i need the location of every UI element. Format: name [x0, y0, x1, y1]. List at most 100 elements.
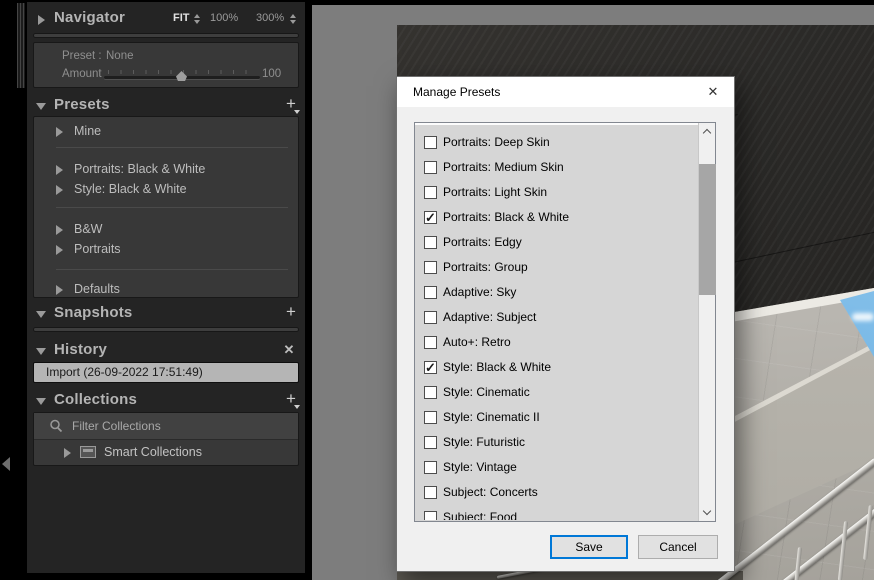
scrollbar-thumb[interactable]	[699, 164, 716, 295]
cancel-button[interactable]: Cancel	[638, 535, 718, 559]
collections-list: Filter Collections Smart Collections	[33, 412, 299, 466]
checklist-row[interactable]: Portraits: Deep Skin	[418, 131, 680, 156]
checkbox[interactable]	[424, 336, 437, 349]
checkbox[interactable]	[424, 161, 437, 174]
create-collection-button[interactable]: +	[281, 390, 301, 410]
save-button[interactable]: Save	[550, 535, 628, 559]
checkbox[interactable]	[424, 461, 437, 474]
presets-header[interactable]: Presets +	[27, 95, 305, 117]
triangle-right-icon[interactable]	[64, 448, 71, 458]
snapshots-header[interactable]: Snapshots +	[27, 303, 305, 325]
snapshots-title: Snapshots	[54, 304, 132, 321]
checklist-row[interactable]: Portraits: Black & White	[418, 206, 680, 231]
clear-history-icon[interactable]: ✕	[279, 340, 299, 360]
checklist-row[interactable]: Style: Black & White	[418, 356, 680, 381]
checkbox[interactable]	[424, 311, 437, 324]
preset-label: Preset :	[62, 50, 102, 62]
filter-collections-field[interactable]: Filter Collections	[34, 413, 298, 440]
checklist-row[interactable]: Adaptive: Sky	[418, 281, 680, 306]
collection-set-icon	[80, 446, 96, 458]
preset-amount-box: Preset : None Amount 100	[33, 42, 299, 88]
create-snapshot-button[interactable]: +	[281, 303, 301, 323]
preset-group-item[interactable]: Style: Black & White	[34, 181, 298, 199]
checkbox[interactable]	[424, 436, 437, 449]
presets-list: Mine Portraits: Black & White Style: Bla…	[33, 116, 299, 298]
triangle-right-icon	[56, 245, 63, 255]
dialog-title: Manage Presets	[413, 85, 500, 99]
list-scrollbar[interactable]	[698, 123, 715, 521]
triangle-right-icon	[56, 165, 63, 175]
checklist-row[interactable]: Style: Vintage	[418, 456, 680, 481]
lightroom-window: Navigator FIT 100% 300% Preset : None Am…	[0, 0, 874, 580]
collapse-panel-icon[interactable]	[2, 457, 10, 471]
checklist-rows: Portraits: Deep Skin Portraits: Medium S…	[418, 131, 680, 520]
navigator-header[interactable]: Navigator FIT 100% 300%	[27, 8, 305, 30]
checkbox[interactable]	[424, 236, 437, 249]
checkbox[interactable]	[424, 286, 437, 299]
triangle-down-icon	[36, 398, 46, 405]
checkbox[interactable]	[424, 211, 437, 224]
amount-label: Amount	[62, 68, 102, 80]
checkbox[interactable]	[424, 511, 437, 520]
filter-collections-placeholder: Filter Collections	[72, 419, 161, 433]
navigator-title: Navigator	[54, 9, 125, 26]
scroll-up-button[interactable]	[699, 123, 716, 140]
triangle-right-icon	[56, 225, 63, 235]
smart-collections-item[interactable]: Smart Collections	[34, 440, 298, 465]
preset-group-item[interactable]: B&W	[34, 221, 298, 239]
updown-arrows-icon[interactable]	[194, 14, 201, 24]
checkbox[interactable]	[424, 411, 437, 424]
photo-cloud	[852, 313, 874, 321]
search-icon	[48, 418, 64, 434]
create-preset-button[interactable]: +	[281, 95, 301, 115]
dropdown-arrow-icon	[294, 110, 300, 114]
history-item-selected[interactable]: Import (26-09-2022 17:51:49)	[34, 363, 298, 382]
presets-checklist: Portraits: Deep Skin Portraits: Medium S…	[414, 122, 716, 522]
triangle-down-icon	[36, 348, 46, 355]
checklist-row[interactable]: Portraits: Medium Skin	[418, 156, 680, 181]
divider	[56, 147, 288, 148]
panel-scrollbar-thumb[interactable]	[17, 3, 25, 88]
presets-title: Presets	[54, 96, 110, 113]
checkbox[interactable]	[424, 361, 437, 374]
preset-value: None	[106, 50, 134, 62]
amount-value: 100	[262, 68, 281, 80]
history-header[interactable]: History ✕	[27, 340, 305, 362]
zoom-fit-button[interactable]: FIT	[173, 12, 190, 24]
dialog-titlebar[interactable]: Manage Presets ✕	[397, 77, 734, 107]
chevron-down-icon	[703, 507, 711, 515]
checklist-row[interactable]: Adaptive: Subject	[418, 306, 680, 331]
zoom-100-button[interactable]: 100%	[210, 12, 238, 24]
checklist-row[interactable]: Style: Cinematic	[418, 381, 680, 406]
history-title: History	[54, 341, 107, 358]
checklist-row[interactable]: Style: Cinematic II	[418, 406, 680, 431]
checklist-row[interactable]: Subject: Food	[418, 506, 680, 520]
checklist-row[interactable]: Portraits: Edgy	[418, 231, 680, 256]
preset-group-item[interactable]: Portraits	[34, 241, 298, 259]
manage-presets-dialog: Manage Presets ✕ Portraits: Deep Skin Po…	[396, 76, 735, 572]
checklist-row[interactable]: Style: Futuristic	[418, 431, 680, 456]
navigator-collapsed-bar	[33, 33, 299, 38]
checkbox[interactable]	[424, 186, 437, 199]
checkbox[interactable]	[424, 386, 437, 399]
checkbox[interactable]	[424, 486, 437, 499]
preset-group-item[interactable]: Mine	[34, 123, 298, 141]
checklist-row[interactable]: Subject: Concerts	[418, 481, 680, 506]
close-icon[interactable]: ✕	[697, 80, 729, 104]
checkbox[interactable]	[424, 261, 437, 274]
zoom-300-button[interactable]: 300%	[256, 12, 284, 24]
checkbox[interactable]	[424, 136, 437, 149]
scroll-down-button[interactable]	[699, 504, 716, 521]
photo-shadow-band	[397, 571, 743, 580]
collections-title: Collections	[54, 391, 137, 408]
preset-group-item[interactable]: Defaults	[34, 281, 298, 299]
triangle-right-icon	[56, 127, 63, 137]
triangle-right-icon	[56, 285, 63, 295]
preset-group-item[interactable]: Portraits: Black & White	[34, 161, 298, 179]
checklist-row[interactable]: Portraits: Group	[418, 256, 680, 281]
checklist-row[interactable]: Auto+: Retro	[418, 331, 680, 356]
triangle-down-icon	[36, 311, 46, 318]
collections-header[interactable]: Collections +	[27, 390, 305, 412]
checklist-row[interactable]: Portraits: Light Skin	[418, 181, 680, 206]
updown-arrows-icon[interactable]	[290, 14, 297, 24]
